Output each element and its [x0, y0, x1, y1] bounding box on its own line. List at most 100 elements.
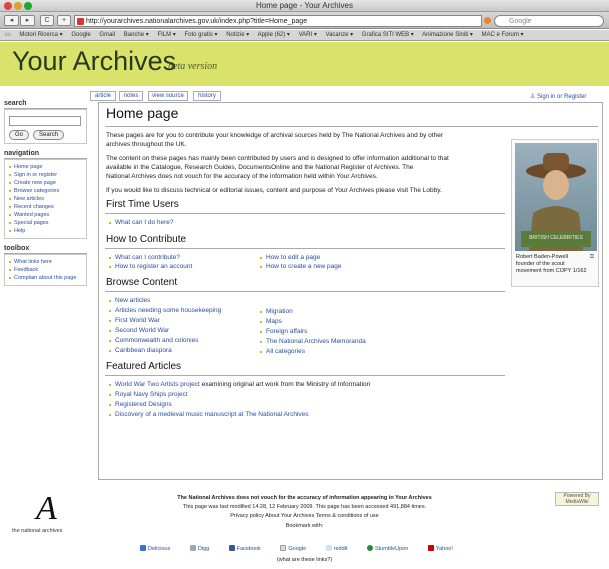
bookmark-item[interactable]: Grafica SITI WEB ▾ — [362, 32, 414, 38]
browse-link[interactable]: All categories — [259, 348, 305, 355]
footer-disclaimer: The National Archives does not vouch for… — [177, 495, 432, 501]
featured-link[interactable]: World War Two Artists project — [115, 381, 200, 388]
tab-notes[interactable]: notes — [119, 91, 143, 101]
browse-link[interactable]: Caribbean diaspora — [108, 347, 172, 354]
reload-button[interactable]: C — [40, 15, 54, 26]
what-are-these-links[interactable]: (what are these links?) — [0, 557, 609, 563]
forward-button[interactable]: ▸ — [20, 15, 35, 26]
bookmark-item[interactable]: MAC e Forum ▾ — [482, 32, 524, 38]
window-title: Home page - Your Archives — [256, 1, 353, 10]
sidebar: search Go Search navigation Home page Sig… — [4, 94, 87, 286]
featured-link[interactable]: Royal Navy Ships project — [108, 391, 188, 398]
footer-links[interactable]: Privacy policy About Your Archives Terms… — [0, 513, 609, 519]
link-register-account[interactable]: How to register an account — [108, 263, 192, 270]
link-edit-page[interactable]: How to edit a page — [259, 254, 320, 261]
browse-link[interactable]: Second World War — [108, 327, 169, 334]
bookmark-digg[interactable]: Digg — [189, 545, 209, 552]
nav-item-new-articles[interactable]: New articles — [9, 195, 82, 203]
section-divider — [105, 291, 505, 292]
section-divider — [105, 375, 505, 376]
nav-item-home-page[interactable]: Home page — [9, 163, 82, 171]
search-heading: search — [4, 100, 87, 109]
toolbox-item-feedback[interactable]: Feedback — [9, 266, 82, 274]
browse-link[interactable]: The National Archives Memoranda — [259, 338, 366, 345]
social-bookmarks: Delicious Digg Facebook Google reddit St… — [140, 545, 471, 552]
featured-link[interactable]: Registered Designs — [108, 401, 172, 408]
featured-link[interactable]: Discovery of a medieval music manuscript… — [108, 411, 309, 418]
bookmark-delicious[interactable]: Delicious — [140, 545, 170, 552]
back-button[interactable]: ◂ — [4, 15, 19, 26]
bookmark-yahoo[interactable]: Yahoo! — [427, 545, 453, 552]
search-field[interactable]: Google — [494, 15, 604, 27]
featured-image-box: BRITISH CELEBRITIES ⧉ Robert Baden-Powel… — [511, 139, 599, 287]
browse-link[interactable]: New articles — [108, 297, 150, 304]
nav-item-browse-categories[interactable]: Browse categories — [9, 187, 82, 195]
bookmark-item[interactable]: Banche ▾ — [124, 32, 149, 38]
bookmark-reddit[interactable]: reddit — [325, 545, 347, 552]
bookmarks-icon[interactable]: ▭ — [5, 32, 11, 38]
nav-item-help[interactable]: Help — [9, 227, 82, 235]
delicious-icon — [140, 545, 146, 551]
bookmark-item[interactable]: Motori Ricerca ▾ — [19, 32, 62, 38]
browse-link[interactable]: Foreign affairs — [259, 328, 307, 335]
link-what-can-i-contribute[interactable]: What can I contribute? — [108, 254, 180, 261]
sign-in-label: Sign in or Register — [537, 94, 587, 100]
tab-article[interactable]: article — [90, 91, 116, 101]
browse-link[interactable]: Commonwealth and colonies — [108, 337, 198, 344]
intro-line: archives throughout the UK. — [106, 141, 187, 148]
bookmark-item[interactable]: VARI ▾ — [299, 32, 317, 38]
nav-item-recent-changes[interactable]: Recent changes — [9, 203, 82, 211]
bookmark-item[interactable]: Google — [71, 32, 90, 38]
search-placeholder: Google — [509, 18, 532, 25]
portrait-image[interactable]: BRITISH CELEBRITIES — [515, 143, 597, 251]
heading-how-to-contribute: How to Contribute — [106, 234, 187, 245]
bookmark-facebook[interactable]: Facebook — [228, 545, 261, 552]
featured-item: World War Two Artists project examining … — [108, 381, 370, 388]
search-button[interactable]: Search — [33, 130, 65, 140]
bookmarks-bar: ▭ Motori Ricerca ▾ Google Gmail Banche ▾… — [0, 30, 609, 41]
add-bookmark-button[interactable]: + — [57, 15, 71, 26]
site-banner: Your Archives beta version — [0, 42, 609, 86]
mediawiki-badge[interactable]: Powered By MediaWiki — [555, 492, 599, 506]
portrait-label: BRITISH CELEBRITIES — [529, 235, 583, 241]
wiki-search-input[interactable] — [9, 116, 81, 126]
toolbox-item-what-links-here[interactable]: What links here — [9, 258, 82, 266]
bookmark-item[interactable]: Animazione Siniti ▾ — [422, 32, 473, 38]
bookmark-item[interactable]: Apple (62) ▾ — [258, 32, 290, 38]
bookmark-item[interactable]: Gmail — [99, 32, 115, 38]
nav-item-wanted-pages[interactable]: Wanted pages — [9, 211, 82, 219]
search-portlet: Go Search — [4, 109, 87, 144]
link-what-can-i-do[interactable]: What can I do here? — [108, 219, 174, 226]
go-button[interactable]: Go — [9, 130, 30, 140]
link-create-page[interactable]: How to create a new page — [259, 263, 342, 270]
browse-link[interactable]: Articles needing some housekeeping — [108, 307, 221, 314]
heading-first-time-users: First Time Users — [106, 199, 179, 210]
caption-line: movement from COPY 1/162 — [516, 268, 587, 274]
user-icon: ♙ — [530, 94, 538, 100]
bookmark-stumbleupon[interactable]: StumbleUpon — [366, 545, 408, 552]
nav-item-create-page[interactable]: Create new page — [9, 179, 82, 187]
browse-link[interactable]: Maps — [259, 318, 282, 325]
snapback-icon[interactable] — [484, 17, 491, 24]
toolbox-item-complain[interactable]: Complain about this page — [9, 274, 82, 282]
content-paragraph-line: available in the Catalogue, Research Gui… — [106, 164, 414, 171]
sign-in-link[interactable]: ♙ Sign in or Register — [530, 93, 586, 100]
heading-featured-articles: Featured Articles — [106, 361, 182, 372]
bookmark-google[interactable]: Google — [280, 545, 306, 552]
tab-view-source[interactable]: view source — [148, 91, 188, 101]
site-title[interactable]: Your Archives — [12, 46, 176, 77]
tab-history[interactable]: history — [193, 91, 221, 101]
beta-label: beta version — [168, 61, 218, 72]
bookmark-item[interactable]: FILM ▾ — [157, 32, 175, 38]
page-title: Home page — [106, 105, 179, 121]
browse-link[interactable]: First World War — [108, 317, 160, 324]
bookmark-item[interactable]: Vacanze ▾ — [326, 32, 354, 38]
browse-link[interactable]: Migration — [259, 308, 293, 315]
nav-item-special-pages[interactable]: Special pages — [9, 219, 82, 227]
bookmark-item[interactable]: Notizie ▾ — [226, 32, 249, 38]
address-bar[interactable]: http://yourarchives.nationalarchives.gov… — [74, 15, 482, 27]
favicon-icon — [77, 18, 84, 25]
bookmark-item[interactable]: Foto gratis ▾ — [184, 32, 217, 38]
facebook-icon — [228, 545, 235, 551]
nav-item-sign-in[interactable]: Sign in or register — [9, 171, 82, 179]
